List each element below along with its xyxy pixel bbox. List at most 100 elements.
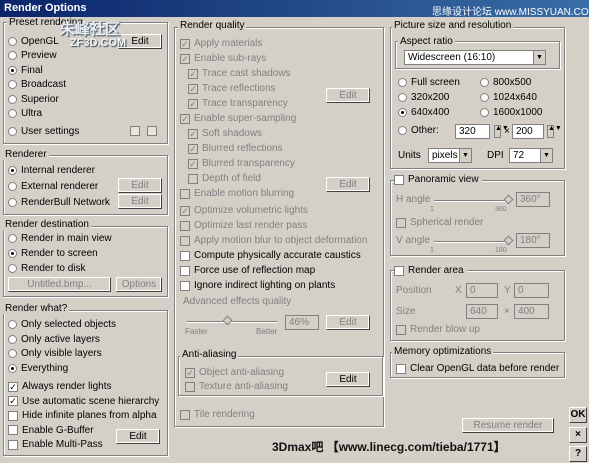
file-name-button[interactable]: Untitled.bmp... (8, 277, 111, 292)
quality-check-trace-reflections[interactable]: ✓ Trace reflections (188, 82, 276, 95)
width-input[interactable]: 320 (455, 124, 490, 139)
quality-check-optimize-volumetric-lights[interactable]: ✓ Optimize volumetric lights (180, 204, 308, 217)
v-angle-input[interactable]: 180° (516, 233, 550, 248)
resume-render-button[interactable]: Resume render (462, 418, 554, 433)
destination-render-to-disk[interactable]: Render to disk (8, 262, 85, 275)
destination-render-in-main-view[interactable]: Render in main view (8, 232, 112, 245)
advanced-quality-slider[interactable] (187, 321, 277, 323)
render-what-only-active-layers[interactable]: Only active layers (8, 333, 100, 346)
quality-check-compute-physically-accurate-caustics[interactable]: Compute physically accurate caustics (180, 249, 361, 262)
quality-check-ignore-indirect-lighting-on-plants[interactable]: Ignore indirect lighting on plants (180, 279, 335, 292)
quality-check-trace-transparency[interactable]: ✓ Trace transparency (188, 97, 288, 110)
width-spinner[interactable]: ▲▼ (494, 125, 509, 138)
quality-check-depth-of-field[interactable]: Depth of field (188, 172, 261, 185)
quality-check-enable-motion-blurring[interactable]: Enable motion blurring (180, 187, 294, 200)
picture-title: Picture size and resolution (392, 20, 514, 31)
preset-superior[interactable]: Superior (8, 93, 59, 106)
render-what-check-1[interactable]: ✓ Use automatic scene hierarchy (8, 395, 159, 408)
panoramic-checkbox[interactable]: Panoramic view (394, 173, 482, 186)
quality-check-enable-sub-rays[interactable]: ✓ Enable sub-rays (180, 52, 266, 65)
quality-check-apply-materials[interactable]: ✓ Apply materials (180, 37, 262, 50)
destination-render-to-screen[interactable]: Render to screen (8, 247, 98, 260)
dpi-select[interactable]: 72 ▼ (509, 148, 553, 163)
help-button[interactable]: ? (569, 446, 587, 462)
renderer-external-renderer[interactable]: External renderer (8, 180, 98, 193)
depth-of-field-edit-button[interactable]: Edit (326, 177, 370, 192)
network-renderer-edit-button[interactable]: Edit (118, 194, 162, 209)
quality-check-apply-motion-blur-to-object-deformation[interactable]: Apply motion blur to object deformation (180, 234, 367, 247)
quality-check-soft-shadows[interactable]: ✓ Soft shadows (188, 127, 262, 140)
radio-circle (8, 264, 17, 273)
size-radio-1600x1000[interactable]: 1600x1000 (480, 106, 543, 119)
render-blow-up-checkbox[interactable]: Render blow up (396, 323, 480, 336)
units-select[interactable]: pixels ▼ (428, 148, 472, 163)
radio-circle (398, 93, 407, 102)
quality-check-optimize-last-render-pass[interactable]: Optimize last render pass (180, 219, 307, 232)
render-what-check-2[interactable]: Hide infinite planes from alpha (8, 409, 157, 422)
radio-circle (398, 78, 407, 87)
tile-rendering-checkbox[interactable]: Tile rendering (180, 408, 255, 421)
radio-circle (8, 349, 17, 358)
preset-user-settings[interactable]: User settings (8, 125, 79, 138)
ok-button[interactable]: OK (569, 407, 587, 423)
renderer-renderbull-network[interactable]: RenderBull Network (8, 196, 110, 209)
radio-circle (8, 363, 17, 373)
preset-final[interactable]: Final (8, 64, 43, 77)
render-area-checkbox[interactable]: Render area (394, 264, 467, 277)
x-label: X (455, 285, 462, 296)
advanced-quality-percent[interactable]: 46% (285, 315, 319, 330)
render-what-everything[interactable]: Everything (8, 362, 68, 375)
render-what-check-3[interactable]: Enable G-Buffer (8, 424, 94, 437)
memory-title: Memory optimizations (392, 346, 494, 357)
size-radio-full-screen[interactable]: Full screen (398, 76, 460, 89)
preset-broadcast[interactable]: Broadcast (8, 78, 66, 91)
quality-check-trace-cast-shadows[interactable]: ✓ Trace cast shadows (188, 67, 291, 80)
quality-check-enable-super-sampling[interactable]: ✓ Enable super-sampling (180, 112, 296, 125)
area-y-input[interactable]: 0 (514, 283, 549, 298)
preset-preview[interactable]: Preview (8, 49, 57, 62)
antialiasing-edit-button[interactable]: Edit (326, 372, 370, 387)
render-what-check-4[interactable]: Enable Multi-Pass (8, 438, 103, 451)
v-angle-slider[interactable] (434, 241, 512, 243)
folder-icon[interactable] (130, 126, 140, 136)
size-radio-640x400[interactable]: 640x400 (398, 106, 449, 119)
size-radio-320x200[interactable]: 320x200 (398, 91, 449, 104)
multipass-edit-button[interactable]: Edit (116, 429, 160, 444)
chevron-down-icon: ▼ (540, 149, 552, 162)
quality-check-blurred-reflections[interactable]: ✓ Blurred reflections (188, 142, 283, 155)
size-radio-800x500[interactable]: 800x500 (480, 76, 531, 89)
render-what-only-visible-layers[interactable]: Only visible layers (8, 347, 102, 360)
radio-circle (8, 166, 17, 175)
chevron-down-icon: ▼ (459, 149, 471, 162)
size-radio-1024x640[interactable]: 1024x640 (480, 91, 537, 104)
h-angle-max: 360 (495, 206, 507, 213)
reflections-edit-button[interactable]: Edit (326, 88, 370, 103)
external-renderer-edit-button[interactable]: Edit (118, 178, 162, 193)
area-width-input[interactable]: 640 (466, 304, 498, 319)
preset-ultra[interactable]: Ultra (8, 107, 42, 120)
height-spinner[interactable]: ▲▼ (547, 125, 562, 138)
aspect-ratio-select[interactable]: Widescreen (16:10) ▼ (404, 50, 546, 65)
render-what-check-0[interactable]: ✓ Always render lights (8, 380, 111, 393)
h-angle-slider[interactable] (434, 200, 512, 202)
object-aa-checkbox[interactable]: ✓ Object anti-aliasing (185, 366, 284, 379)
clear-opengl-checkbox[interactable]: Clear OpenGL data before render (396, 362, 559, 375)
quality-check-blurred-transparency[interactable]: ✓ Blurred transparency (188, 157, 295, 170)
height-input[interactable]: 200 (512, 124, 544, 139)
other-size-radio[interactable]: Other: (398, 124, 439, 137)
area-x-input[interactable]: 0 (466, 283, 498, 298)
area-height-input[interactable]: 400 (514, 304, 549, 319)
destination-options-button[interactable]: Options (116, 277, 162, 292)
v-angle-min: 1 (430, 247, 434, 254)
texture-aa-checkbox[interactable]: Texture anti-aliasing (185, 380, 288, 393)
spherical-render-checkbox[interactable]: Spherical render (396, 216, 483, 229)
render-what-only-selected-objects[interactable]: Only selected objects (8, 318, 116, 331)
save-icon[interactable] (147, 126, 157, 136)
quality-check-force-use-of-reflection-map[interactable]: Force use of reflection map (180, 264, 315, 277)
preset-opengl[interactable]: OpenGL (8, 35, 59, 48)
h-angle-input[interactable]: 360° (516, 192, 550, 207)
advanced-quality-edit-button[interactable]: Edit (326, 315, 370, 330)
close-button[interactable]: × (569, 427, 587, 443)
renderer-internal-renderer[interactable]: Internal renderer (8, 164, 95, 177)
better-label: Better (256, 327, 278, 336)
